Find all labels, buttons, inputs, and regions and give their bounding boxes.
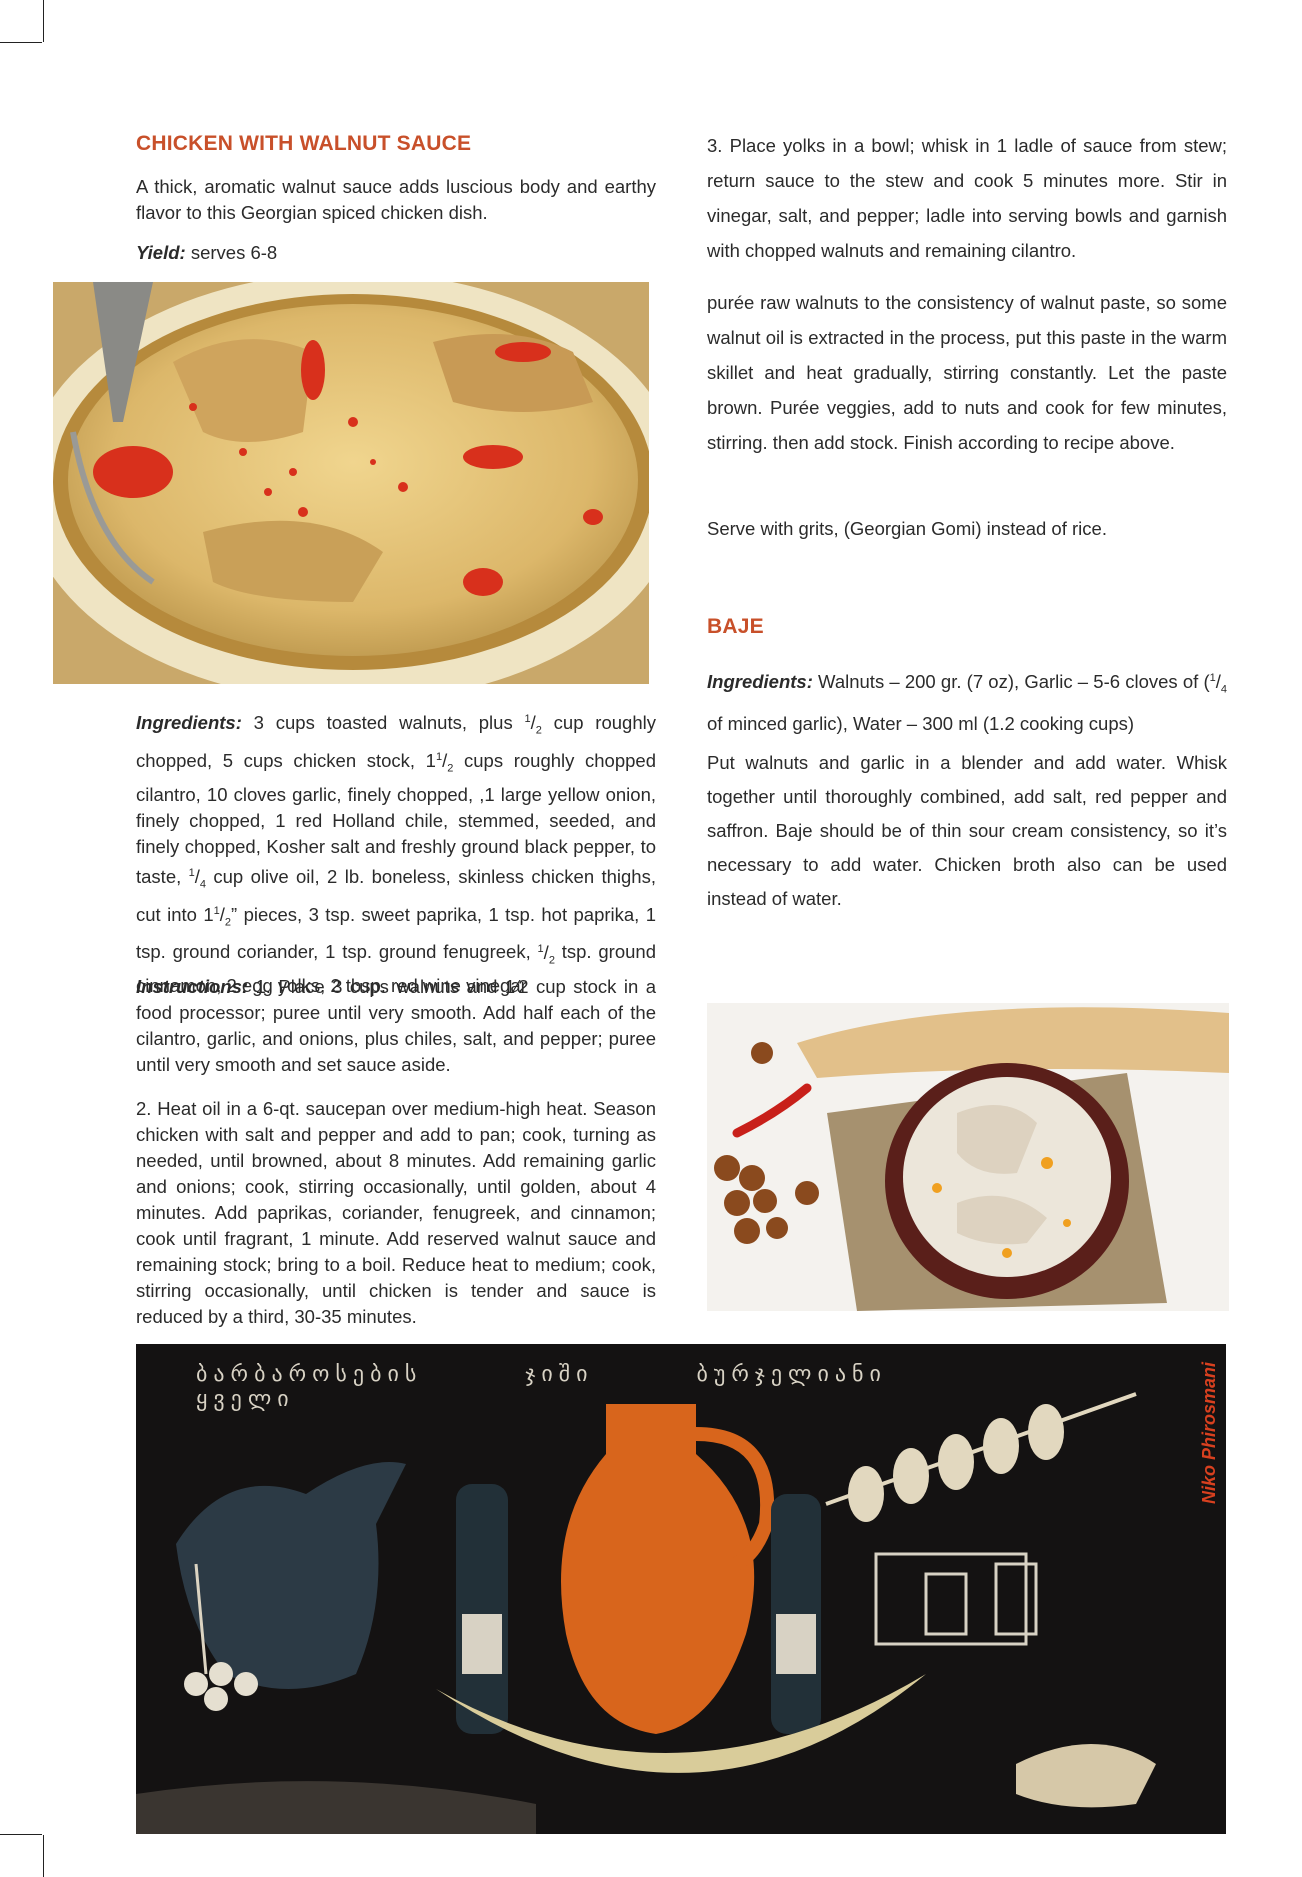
walnut-paste-tip: purée raw walnuts to the consistency of … (707, 292, 1227, 453)
painting-inscription: ბარბაროსების ჯიში ბურჯელიანი ყველი (196, 1362, 887, 1412)
baje-ingredients-text: of minced garlic), Water – 300 ml (1.2 c… (707, 712, 1135, 734)
yield-value: serves 6-8 (185, 242, 278, 263)
ingredients-paragraph: Ingredients: 3 cups toasted walnuts, plu… (136, 706, 656, 999)
crop-mark-top-vertical (43, 0, 44, 42)
instructions-step-2: 2. Heat oil in a 6-qt. saucepan over med… (136, 1098, 656, 1327)
ingredients-label: Ingredients: (136, 712, 242, 734)
instructions-step-3: 3. Place yolks in a bowl; whisk in 1 lad… (707, 135, 1227, 261)
recipe-yield: Yield: serves 6-8 (136, 240, 656, 266)
baje-dish-photo (707, 1003, 1229, 1311)
instructions-label: Instructions: (136, 976, 249, 997)
phirosmani-painting: ბარბაროსების ჯიში ბურჯელიანი ყველი Niko … (136, 1344, 1226, 1834)
fraction: 1/2 (435, 750, 454, 775)
crop-mark-bottom-vertical (43, 1835, 44, 1877)
artist-credit: Niko Phirosmani (1199, 1362, 1219, 1505)
recipe-intro: A thick, aromatic walnut sauce adds lusc… (136, 176, 656, 223)
baje-title: BAJE (707, 615, 764, 638)
fraction: 1/2 (537, 941, 555, 967)
fraction: 1/2 (213, 903, 231, 929)
crop-mark-top-horizontal (0, 42, 42, 43)
baje-ingredients: Ingredients: Walnuts – 200 gr. (7 oz), G… (707, 661, 1227, 741)
baje-ingredients-label: Ingredients: (707, 671, 813, 693)
yield-label: Yield: (136, 242, 186, 263)
crop-mark-bottom-horizontal (0, 1834, 42, 1835)
baje-ingredients-text: Walnuts – 200 gr. (7 oz), Garlic – 5-6 c… (812, 671, 1210, 693)
baje-method: Put walnuts and garlic in a blender and … (707, 752, 1227, 909)
recipe-title: CHICKEN WITH WALNUT SAUCE (136, 132, 472, 155)
serving-suggestion: Serve with grits, (Georgian Gomi) instea… (707, 518, 1107, 539)
fraction: 1/4 (188, 865, 207, 891)
fraction: 1/4 (1209, 671, 1227, 696)
fraction: 1/2 (524, 712, 542, 737)
instructions-step-1: Instructions: 1. Place 3 cups walnuts an… (136, 974, 656, 1078)
chicken-walnut-sauce-photo (53, 282, 649, 684)
ingredients-text: 3 cups toasted walnuts, plus (241, 712, 525, 734)
